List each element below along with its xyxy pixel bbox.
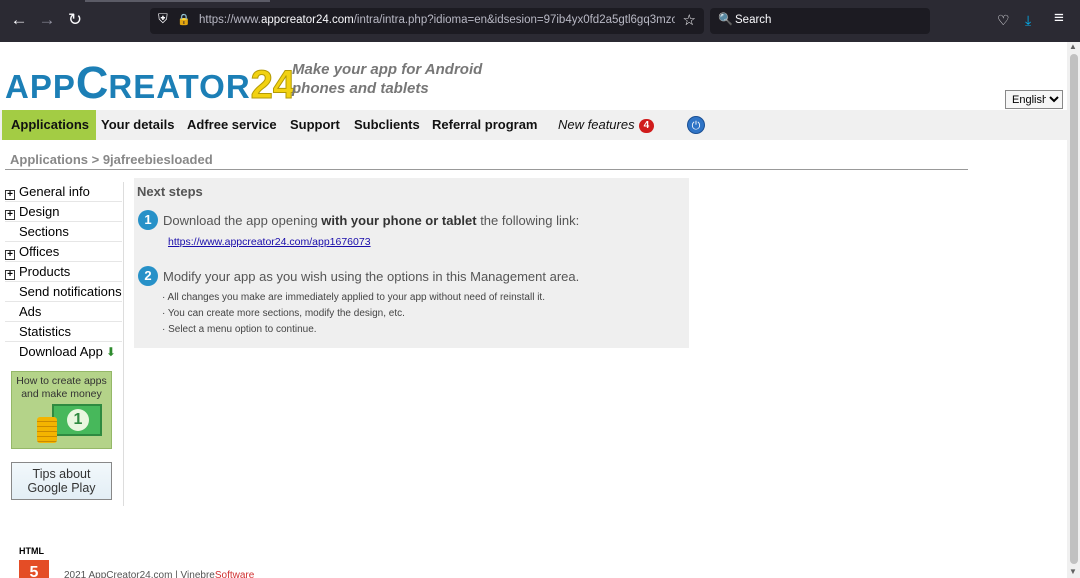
expand-icon[interactable]: + xyxy=(5,210,15,220)
bill-number: 1 xyxy=(67,409,89,431)
logo-app: APP xyxy=(5,68,76,105)
sidebar-item-general-info[interactable]: + General info xyxy=(5,182,122,202)
back-icon[interactable]: ← xyxy=(8,9,30,31)
tips-google-play-banner[interactable]: Tips about Google Play xyxy=(11,462,112,500)
promo-make-money-banner[interactable]: How to create apps and make money 1 xyxy=(11,371,112,449)
url-host: appcreator24.com xyxy=(261,14,354,26)
promo-text: How to create apps and make money xyxy=(16,375,107,400)
tagline: Make your app for Android phones and tab… xyxy=(292,60,482,98)
search-placeholder: Search xyxy=(735,14,772,26)
search-bar[interactable]: 🔍 Search xyxy=(710,8,930,34)
sidebar-item-offices[interactable]: + Offices xyxy=(5,242,122,262)
step-2-bullet-3: · Select a menu option to continue. xyxy=(162,324,317,335)
sidebar-item-sections[interactable]: Sections xyxy=(5,222,122,242)
sidebar-item-design[interactable]: + Design xyxy=(5,202,122,222)
tracking-shield-icon[interactable]: ⛨ xyxy=(158,11,168,27)
download-icon[interactable]: ⤓ xyxy=(1025,11,1031,29)
coins-icon xyxy=(37,417,57,443)
footer-copyright-text: 2021 AppCreator24.com | Vinebre xyxy=(64,570,215,578)
menu-support[interactable]: Support xyxy=(290,110,340,140)
search-icon: 🔍 xyxy=(718,12,733,26)
page: APPCREATOR24 Make your app for Android p… xyxy=(0,42,1067,578)
sidebar: + General info + Design Sections + Offices … xyxy=(0,182,124,506)
scroll-up-icon[interactable]: ▲ xyxy=(1069,42,1077,51)
sidebar-item-label: Offices xyxy=(19,244,60,259)
menu-icon[interactable]: ≡ xyxy=(1054,9,1064,27)
step-2-bullet-2: · You can create more sections, modify t… xyxy=(162,308,405,319)
bookmark-star-icon[interactable]: ☆ xyxy=(683,11,696,29)
breadcrumb: Applications > 9jafreebiesloaded xyxy=(10,152,213,167)
forward-icon[interactable]: → xyxy=(36,9,58,31)
sidebar-item-label: Products xyxy=(19,264,71,279)
step-2-text: Modify your app as you wish using the op… xyxy=(163,269,580,284)
footer-copyright: 2021 AppCreator24.com | VinebreSoftware xyxy=(64,570,254,578)
sidebar-item-label: Design xyxy=(19,204,60,219)
sidebar-item-ads[interactable]: Ads xyxy=(5,302,122,322)
menu-applications[interactable]: Applications xyxy=(2,110,97,140)
new-features-badge: 4 xyxy=(638,119,655,133)
appcreator-logo[interactable]: APPCREATOR24 xyxy=(5,57,296,108)
breadcrumb-divider xyxy=(5,169,968,170)
next-steps-panel: Next steps 1 Download the app opening wi… xyxy=(134,178,689,348)
step-1-text: Download the app opening with your phone… xyxy=(163,213,579,228)
sidebar-item-products[interactable]: + Products xyxy=(5,262,122,282)
menu-new-features[interactable]: New features 4 xyxy=(558,110,655,140)
step-1-text-bold: with your phone or tablet xyxy=(321,213,477,228)
sidebar-item-label: Sections xyxy=(19,224,69,239)
expand-icon[interactable]: + xyxy=(5,270,15,280)
money-bill-icon: 1 xyxy=(52,404,102,436)
scrollbar-thumb[interactable] xyxy=(1070,54,1078,564)
tagline-line-1: Make your app for Android xyxy=(292,61,483,78)
main-menu: Applications Your details Adfree service… xyxy=(0,110,1067,140)
logo-c: C xyxy=(75,57,109,108)
pocket-icon[interactable]: ♡ xyxy=(997,11,1010,29)
sidebar-item-statistics[interactable]: Statistics xyxy=(5,322,122,342)
html5-shield-icon: 5 xyxy=(19,560,49,578)
sidebar-item-label: Statistics xyxy=(19,324,72,339)
language-select[interactable]: English xyxy=(1005,90,1063,109)
menu-referral-program[interactable]: Referral program xyxy=(432,110,537,140)
app-download-link[interactable]: https://www.appcreator24.com/app1676073 xyxy=(168,236,371,248)
browser-toolbar: ← → ↻ ⛨ 🔒 https://www.appcreator24.com/i… xyxy=(0,0,1080,42)
step-2-number: 2 xyxy=(138,266,158,286)
step-1-text-a: Download the app opening xyxy=(163,213,322,228)
step-1-text-c: the following link: xyxy=(476,213,580,228)
expand-icon[interactable]: + xyxy=(5,190,15,200)
logo-reator: REATOR xyxy=(108,68,251,105)
url-bar[interactable]: ⛨ 🔒 https://www.appcreator24.com/intra/i… xyxy=(150,8,704,34)
scroll-down-icon[interactable]: ▼ xyxy=(1069,567,1077,576)
page-scrollbar[interactable]: ▲ ▼ xyxy=(1067,42,1080,578)
step-2-bullet-1: · All changes you make are immediately a… xyxy=(162,292,545,303)
url-text[interactable]: https://www.appcreator24.com/intra/intra… xyxy=(199,14,675,26)
active-tab-indicator xyxy=(85,0,270,2)
sidebar-item-label: Send notifications xyxy=(19,284,122,299)
html5-logo: HTML 5 xyxy=(19,546,51,578)
footer-software-link[interactable]: Software xyxy=(215,570,254,578)
url-prefix: https://www. xyxy=(199,14,261,26)
menu-subclients[interactable]: Subclients xyxy=(354,110,420,140)
sidebar-item-send-notifications[interactable]: Send notifications xyxy=(5,282,122,302)
sidebar-item-label: Download App xyxy=(19,344,103,359)
logo-24: 24 xyxy=(250,63,296,108)
sidebar-item-label: Ads xyxy=(19,304,42,319)
logout-power-icon[interactable]: ⏻ xyxy=(687,116,705,134)
sidebar-item-label: General info xyxy=(19,184,90,199)
menu-adfree-service[interactable]: Adfree service xyxy=(187,110,277,140)
reload-icon[interactable]: ↻ xyxy=(64,9,86,31)
sidebar-item-download-app[interactable]: Download App ⬇ xyxy=(5,342,122,362)
url-path: /intra/intra.php?idioma=en&idsesion=97ib… xyxy=(353,14,675,26)
lock-icon[interactable]: 🔒 xyxy=(177,13,191,26)
step-1-number: 1 xyxy=(138,210,158,230)
download-app-icon: ⬇ xyxy=(105,345,116,359)
menu-your-details[interactable]: Your details xyxy=(101,110,174,140)
new-features-label: New features xyxy=(558,117,635,132)
html5-label: HTML xyxy=(19,546,44,556)
expand-icon[interactable]: + xyxy=(5,250,15,260)
tagline-line-2: phones and tablets xyxy=(292,80,429,97)
next-steps-heading: Next steps xyxy=(137,184,203,199)
